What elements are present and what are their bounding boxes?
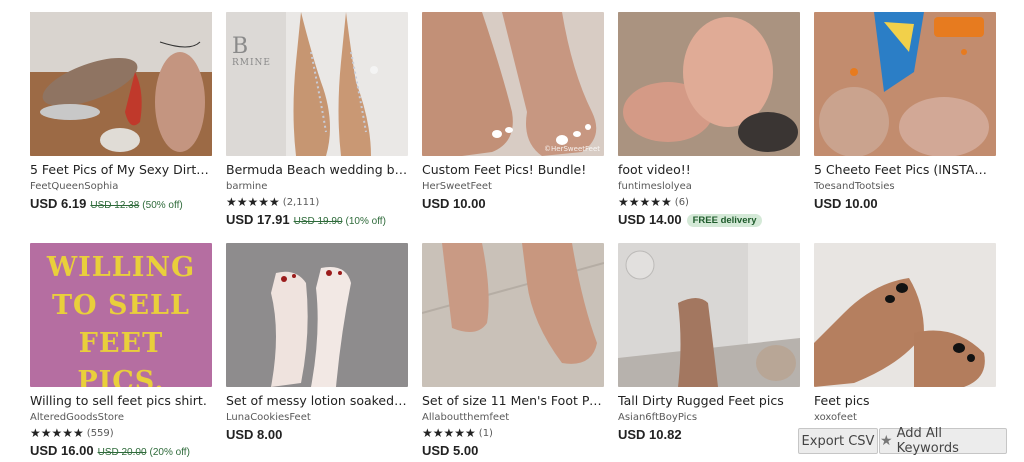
listing-card[interactable]: 5 Feet Pics of My Sexy Dirty Soles FeetQ…	[30, 12, 212, 211]
review-count: (2,111)	[282, 197, 320, 208]
free-delivery-badge: FREE delivery	[686, 214, 763, 227]
listing-title[interactable]: foot video!!	[618, 162, 800, 177]
listing-title[interactable]: Willing to sell feet pics shirt.	[30, 393, 212, 408]
listing-image[interactable]	[618, 12, 800, 156]
star-rating-icon: ★★★★★	[226, 195, 280, 209]
listing-card[interactable]: Set of messy lotion soaked feet pics Lun…	[226, 243, 408, 442]
original-price: USD 19.90	[293, 216, 343, 227]
shirt-text: WILLING TO SELL FEET PICS.	[46, 252, 196, 387]
listing-card[interactable]: foot video!! funtimeslolyea ★★★★★ (6) US…	[618, 12, 800, 228]
price-row: USD 16.00 USD 20.00 (20% off)	[30, 443, 212, 458]
price: USD 17.91	[226, 212, 290, 227]
listing-title[interactable]: Set of messy lotion soaked feet pics	[226, 393, 408, 408]
listing-card[interactable]: Feet pics xoxofeet	[814, 243, 996, 424]
shop-name[interactable]: Asian6ftBoyPics	[618, 411, 800, 424]
add-all-keywords-button[interactable]: ★ Add All Keywords	[879, 426, 1007, 456]
star-rating-icon: ★★★★★	[422, 426, 476, 440]
listing-title[interactable]: Tall Dirty Rugged Feet pics	[618, 393, 800, 408]
listing-card[interactable]: ©HerSweetFeet Custom Feet Pics! Bundle! …	[422, 12, 604, 211]
listing-photo	[618, 12, 800, 156]
price-row: USD 10.00	[422, 196, 604, 211]
listing-grid: 5 Feet Pics of My Sexy Dirty Soles FeetQ…	[0, 0, 1024, 462]
shop-name[interactable]: xoxofeet	[814, 411, 996, 424]
price-row: USD 10.00	[814, 196, 996, 211]
rating: ★★★★★ (1)	[422, 427, 604, 440]
listing-photo	[422, 12, 604, 156]
star-icon: ★	[880, 433, 893, 449]
brand-logo: B RMINE	[232, 34, 271, 69]
shop-name[interactable]: AlteredGoodsStore	[30, 411, 212, 424]
shop-name[interactable]: Allaboutthemfeet	[422, 411, 604, 424]
price: USD 16.00	[30, 443, 94, 458]
listing-image[interactable]	[422, 243, 604, 387]
listing-title[interactable]: Custom Feet Pics! Bundle!	[422, 162, 604, 177]
listing-card[interactable]: Tall Dirty Rugged Feet pics Asian6ftBoyP…	[618, 243, 800, 442]
price: USD 5.00	[422, 443, 479, 458]
export-csv-button[interactable]: Export CSV	[798, 428, 878, 454]
discount: (10% off)	[345, 216, 386, 227]
shop-name[interactable]: ToesandTootsies	[814, 180, 996, 193]
price-row: USD 8.00	[226, 427, 408, 442]
shop-name[interactable]: HerSweetFeet	[422, 180, 604, 193]
listing-title[interactable]: Bermuda Beach wedding barefoot s...	[226, 162, 408, 177]
export-csv-label: Export CSV	[801, 433, 875, 449]
price: USD 6.19	[30, 196, 87, 211]
listing-card[interactable]: Set of size 11 Men's Foot Pics Allaboutt…	[422, 243, 604, 458]
watermark: ©HerSweetFeet	[544, 145, 600, 153]
rating: ★★★★★ (2,111)	[226, 196, 408, 209]
shop-name[interactable]: FeetQueenSophia	[30, 180, 212, 193]
listing-title[interactable]: 5 Feet Pics of My Sexy Dirty Soles	[30, 162, 212, 177]
shop-name[interactable]: barmine	[226, 180, 408, 193]
listing-image[interactable]	[814, 243, 996, 387]
listing-title[interactable]: Feet pics	[814, 393, 996, 408]
price: USD 10.00	[814, 196, 878, 211]
price: USD 10.00	[422, 196, 486, 211]
price: USD 8.00	[226, 427, 283, 442]
listing-card[interactable]: 5 Cheeto Feet Pics (INSTANT DOW... Toesa…	[814, 12, 996, 211]
listing-photo	[618, 243, 800, 387]
discount: (20% off)	[149, 447, 190, 458]
price: USD 10.82	[618, 427, 682, 442]
review-count: (559)	[86, 428, 114, 439]
listing-photo	[226, 243, 408, 387]
price-row: USD 14.00 FREE delivery	[618, 212, 800, 228]
listing-image[interactable]: WILLING TO SELL FEET PICS.	[30, 243, 212, 387]
listing-title[interactable]: 5 Cheeto Feet Pics (INSTANT DOW...	[814, 162, 996, 177]
listing-image[interactable]: ©HerSweetFeet	[422, 12, 604, 156]
review-count: (6)	[674, 197, 689, 208]
listing-photo	[30, 12, 212, 156]
listing-image[interactable]	[814, 12, 996, 156]
add-all-keywords-label: Add All Keywords	[896, 426, 959, 456]
price: USD 14.00	[618, 212, 682, 227]
listing-card[interactable]: WILLING TO SELL FEET PICS. Willing to se…	[30, 243, 212, 458]
discount: (50% off)	[142, 200, 183, 211]
shop-name[interactable]: LunaCookiesFeet	[226, 411, 408, 424]
star-rating-icon: ★★★★★	[30, 426, 84, 440]
rating: ★★★★★ (559)	[30, 427, 212, 440]
price-row: USD 6.19 USD 12.38 (50% off)	[30, 196, 212, 211]
listing-image[interactable]	[618, 243, 800, 387]
listing-photo	[814, 12, 996, 156]
review-count: (1)	[478, 428, 493, 439]
listing-image[interactable]: B RMINE	[226, 12, 408, 156]
star-rating-icon: ★★★★★	[618, 195, 672, 209]
listing-photo	[814, 243, 996, 387]
listing-image[interactable]	[30, 12, 212, 156]
listing-title[interactable]: Set of size 11 Men's Foot Pics	[422, 393, 604, 408]
price-row: USD 10.82	[618, 427, 800, 442]
price-row: USD 5.00	[422, 443, 604, 458]
listing-photo	[422, 243, 604, 387]
listing-photo	[226, 12, 408, 156]
listing-image[interactable]	[226, 243, 408, 387]
shop-name[interactable]: funtimeslolyea	[618, 180, 800, 193]
original-price: USD 12.38	[90, 200, 140, 211]
original-price: USD 20.00	[97, 447, 147, 458]
price-row: USD 17.91 USD 19.90 (10% off)	[226, 212, 408, 227]
rating: ★★★★★ (6)	[618, 196, 800, 209]
listing-card[interactable]: B RMINE Bermuda Beach wedding barefoot s…	[226, 12, 408, 227]
